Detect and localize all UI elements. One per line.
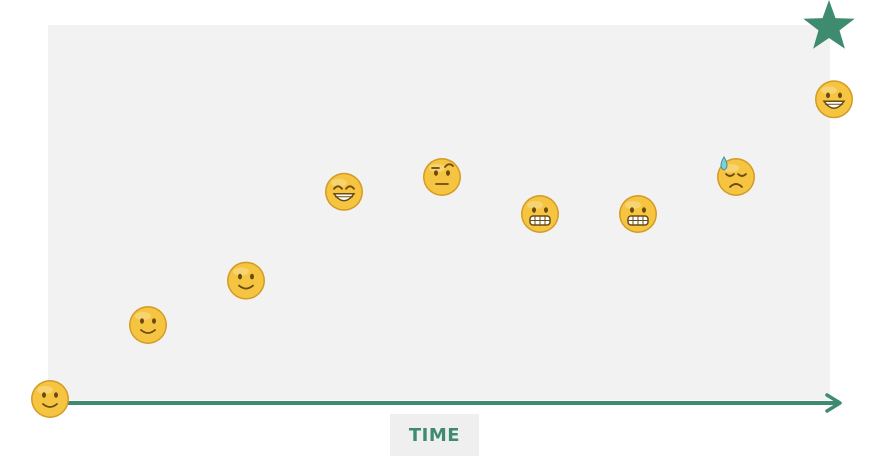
star-icon — [803, 0, 855, 49]
beaming-face-icon — [325, 172, 363, 211]
face-with-raised-eyebrow-icon — [423, 158, 461, 196]
slightly-smiling-face-icon — [129, 306, 167, 344]
journey-diagram — [31, 0, 855, 418]
grimacing-face-icon — [619, 195, 657, 233]
grinning-face-icon — [815, 80, 853, 119]
mood-markers — [31, 80, 853, 418]
downcast-face-with-sweat-icon — [717, 156, 755, 196]
grimacing-face-icon — [521, 195, 559, 233]
slightly-smiling-face-icon — [227, 261, 265, 300]
slightly-smiling-face-icon — [31, 380, 69, 418]
